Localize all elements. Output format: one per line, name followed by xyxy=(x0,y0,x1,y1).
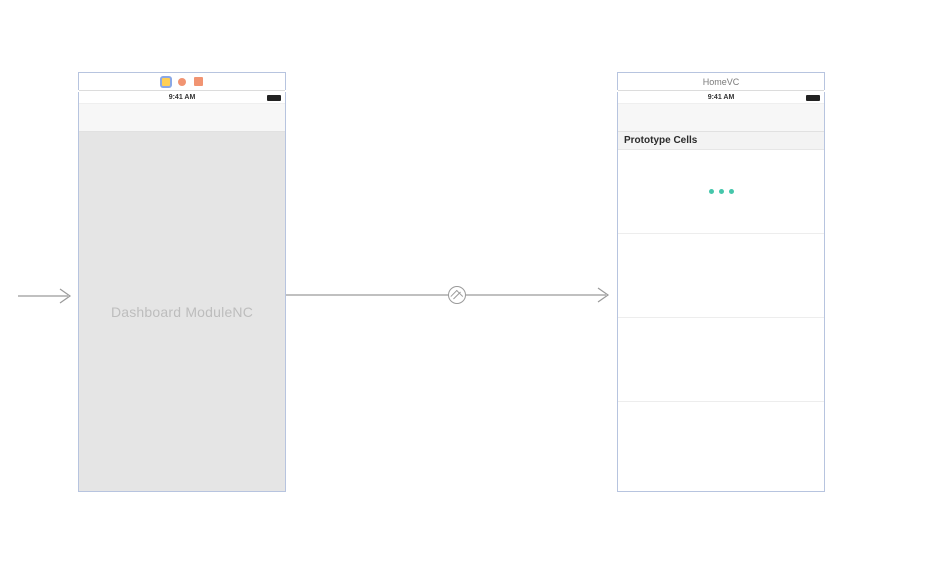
table-view[interactable]: Prototype Cells xyxy=(618,132,824,402)
scene-header-dashboard[interactable] xyxy=(78,72,286,90)
prototype-cell[interactable] xyxy=(618,318,824,402)
scene-title: HomeVC xyxy=(618,73,824,91)
prototype-cells-header: Prototype Cells xyxy=(618,132,824,150)
scene-header-icons xyxy=(79,73,285,91)
navigation-bar xyxy=(618,104,824,132)
nav-controller-icon xyxy=(161,77,171,87)
vc-placeholder-label: Dashboard ModuleNC xyxy=(111,304,253,320)
entry-arrow-icon xyxy=(18,284,78,308)
status-bar: 9:41 AM xyxy=(618,92,824,104)
navigation-bar xyxy=(79,104,285,132)
page-control[interactable] xyxy=(709,189,734,194)
dashboard-scene[interactable]: 9:41 AM Dashboard ModuleNC xyxy=(78,92,286,492)
segue-show-icon xyxy=(453,291,461,299)
page-dot-icon xyxy=(709,189,714,194)
segue-line-icon xyxy=(286,289,451,301)
status-time: 9:41 AM xyxy=(97,94,267,101)
status-bar: 9:41 AM xyxy=(79,92,285,104)
page-dot-icon xyxy=(719,189,724,194)
battery-icon xyxy=(806,95,820,101)
prototype-cell[interactable] xyxy=(618,150,824,234)
scene-header-home[interactable]: HomeVC xyxy=(617,72,825,90)
segue-arrow-icon xyxy=(466,283,618,307)
battery-icon xyxy=(267,95,281,101)
exit-icon xyxy=(193,77,203,87)
status-time: 9:41 AM xyxy=(636,94,806,101)
first-responder-icon xyxy=(177,77,187,87)
storyboard-canvas[interactable]: 9:41 AM Dashboard ModuleNC HomeVC 9:41 A… xyxy=(0,0,950,564)
vc-content: Dashboard ModuleNC xyxy=(79,132,285,492)
prototype-cell[interactable] xyxy=(618,234,824,318)
page-dot-icon xyxy=(729,189,734,194)
segue-indicator[interactable] xyxy=(448,286,466,304)
home-scene[interactable]: 9:41 AM Prototype Cells xyxy=(617,92,825,492)
